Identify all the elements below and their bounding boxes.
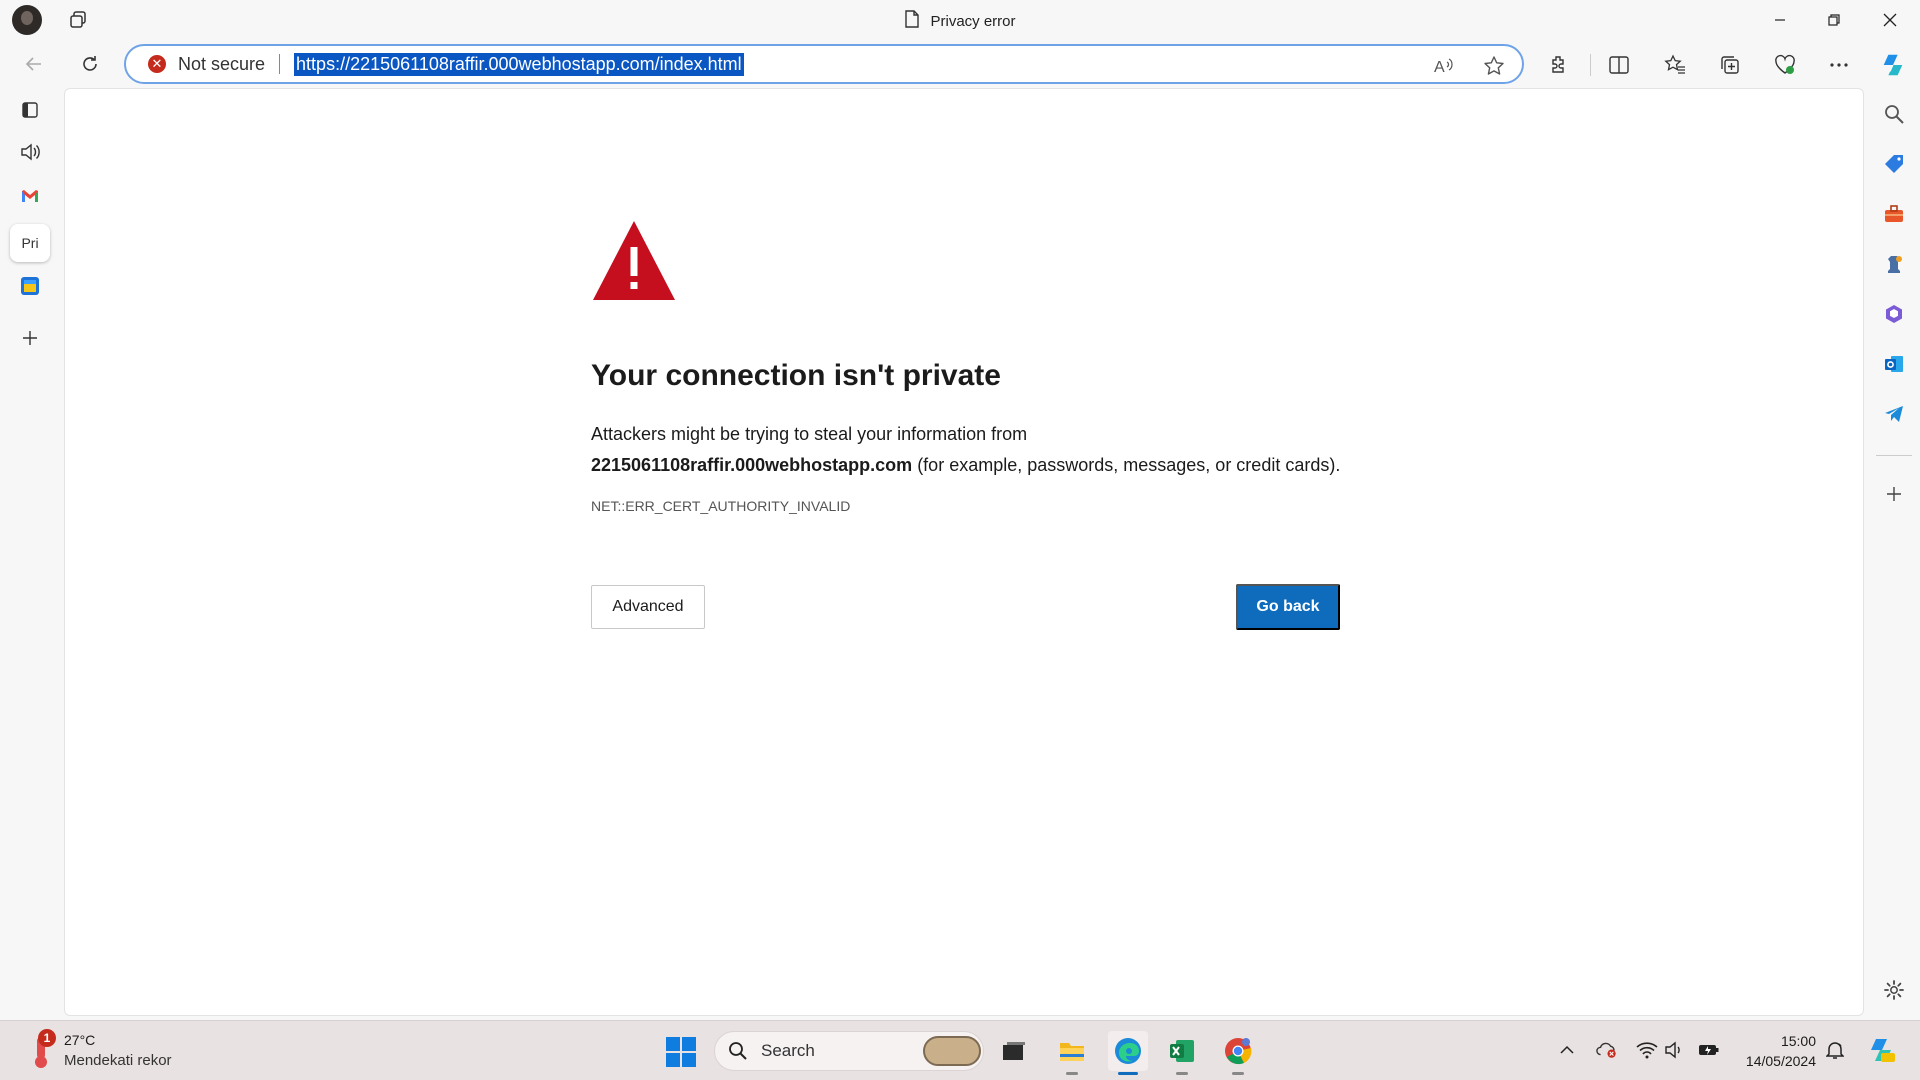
show-hidden-icons-chevron-up-icon[interactable] xyxy=(1556,1039,1578,1061)
taskbar: 1 27°C Mendekati rekor Search 15:00 14/0… xyxy=(0,1020,1920,1080)
split-screen-icon[interactable] xyxy=(1606,52,1632,78)
error-description-line2: (for example, passwords, messages, or cr… xyxy=(912,455,1341,475)
notification-bell-icon[interactable] xyxy=(1824,1039,1846,1061)
volume-icon[interactable] xyxy=(1664,1039,1686,1061)
app-running-indicator xyxy=(1066,1072,1078,1075)
search-icon[interactable] xyxy=(1882,102,1906,126)
weather-description[interactable]: Mendekati rekor xyxy=(64,1052,172,1069)
chrome-icon[interactable] xyxy=(1218,1031,1258,1075)
copilot-icon[interactable] xyxy=(1880,52,1906,78)
sidebar-divider xyxy=(1876,455,1912,456)
browser-toolbar: ✕ Not secure https://2215061108raffir.00… xyxy=(0,40,1920,88)
title-bar: Privacy error xyxy=(0,0,1920,40)
games-chess-icon[interactable] xyxy=(1882,252,1906,276)
new-tab-plus-icon[interactable] xyxy=(14,322,46,354)
taskbar-search[interactable]: Search xyxy=(714,1031,984,1071)
file-explorer-icon[interactable] xyxy=(1052,1031,1092,1075)
copilot-preview-icon[interactable] xyxy=(1866,1035,1896,1065)
not-secure-label[interactable]: Not secure xyxy=(178,54,265,75)
send-telegram-icon[interactable] xyxy=(1882,402,1906,426)
edge-browser-icon[interactable] xyxy=(1108,1031,1148,1075)
url-text[interactable]: https://2215061108raffir.000webhostapp.c… xyxy=(294,52,744,76)
audio-speaker-icon[interactable] xyxy=(14,136,46,168)
task-view-icon[interactable] xyxy=(994,1031,1034,1071)
error-domain: 2215061108raffir.000webhostapp.com xyxy=(591,455,913,475)
not-secure-icon[interactable]: ✕ xyxy=(148,55,166,73)
go-back-button[interactable]: Go back xyxy=(1236,584,1340,630)
more-options-icon[interactable] xyxy=(1826,52,1852,78)
settings-gear-icon[interactable] xyxy=(1882,978,1906,1002)
advanced-button[interactable]: Advanced xyxy=(591,585,705,629)
minimize-button[interactable] xyxy=(1752,0,1808,40)
clock-time[interactable]: 15:00 xyxy=(1781,1033,1816,1049)
app-running-indicator xyxy=(1176,1072,1188,1075)
vertical-tab-privacy-error[interactable]: Pri xyxy=(10,224,50,262)
warning-triangle-icon xyxy=(593,221,675,300)
error-description: Attackers might be trying to steal your … xyxy=(591,419,1391,481)
battery-charging-icon[interactable] xyxy=(1698,1039,1720,1061)
page-file-icon xyxy=(904,10,920,32)
error-heading: Your connection isn't private xyxy=(591,359,1001,392)
window-title: Privacy error xyxy=(930,12,1016,30)
shopping-tag-icon[interactable] xyxy=(1882,152,1906,176)
favorite-star-icon[interactable] xyxy=(1482,54,1506,78)
microsoft-365-icon[interactable] xyxy=(1882,302,1906,326)
vertical-tab-label: Pri xyxy=(21,235,39,251)
collections-icon[interactable] xyxy=(1717,52,1743,78)
outlook-icon[interactable] xyxy=(1882,352,1906,376)
weather-temperature[interactable]: 27°C xyxy=(64,1032,95,1048)
weather-alert-badge: 1 xyxy=(38,1029,56,1047)
browser-essentials-icon[interactable] xyxy=(1772,52,1798,78)
toolbar-divider xyxy=(1590,54,1591,76)
page-content: Your connection isn't private Attackers … xyxy=(64,88,1864,1016)
error-code[interactable]: NET::ERR_CERT_AUTHORITY_INVALID xyxy=(591,498,850,514)
excel-icon[interactable] xyxy=(1162,1031,1202,1075)
close-button[interactable] xyxy=(1862,0,1918,40)
tab-actions-menu-icon[interactable] xyxy=(14,94,46,126)
app-active-indicator xyxy=(1118,1072,1138,1075)
back-button[interactable] xyxy=(18,48,50,80)
add-sidebar-app-plus-icon[interactable] xyxy=(1882,482,1906,506)
vertical-tabs-sidebar: Pri xyxy=(0,88,62,1020)
search-highlight-image xyxy=(923,1036,981,1066)
error-description-line1: Attackers might be trying to steal your … xyxy=(591,424,1028,444)
extensions-icon[interactable] xyxy=(1546,52,1572,78)
back-arrow-icon xyxy=(25,57,41,71)
search-icon xyxy=(729,1042,747,1060)
taskbar-search-label: Search xyxy=(761,1041,815,1060)
window-title-area: Privacy error xyxy=(0,10,1920,32)
favorites-icon[interactable] xyxy=(1662,52,1688,78)
address-separator xyxy=(279,54,281,74)
refresh-icon xyxy=(83,56,97,71)
clock-date[interactable]: 14/05/2024 xyxy=(1746,1053,1816,1069)
app-tab-icon[interactable] xyxy=(14,270,46,302)
onedrive-error-icon[interactable] xyxy=(1596,1039,1618,1061)
restore-button[interactable] xyxy=(1806,0,1862,40)
wifi-icon[interactable] xyxy=(1636,1039,1658,1061)
edge-sidebar xyxy=(1868,88,1920,1020)
tools-briefcase-icon[interactable] xyxy=(1882,202,1906,226)
svg-text:A: A xyxy=(1434,59,1445,76)
app-running-indicator xyxy=(1232,1072,1244,1075)
gmail-tab-icon[interactable] xyxy=(14,180,46,212)
start-button[interactable] xyxy=(666,1037,696,1067)
read-aloud-icon[interactable]: A xyxy=(1432,54,1456,78)
address-bar[interactable]: ✕ Not secure https://2215061108raffir.00… xyxy=(124,44,1524,84)
refresh-button[interactable] xyxy=(74,48,106,80)
